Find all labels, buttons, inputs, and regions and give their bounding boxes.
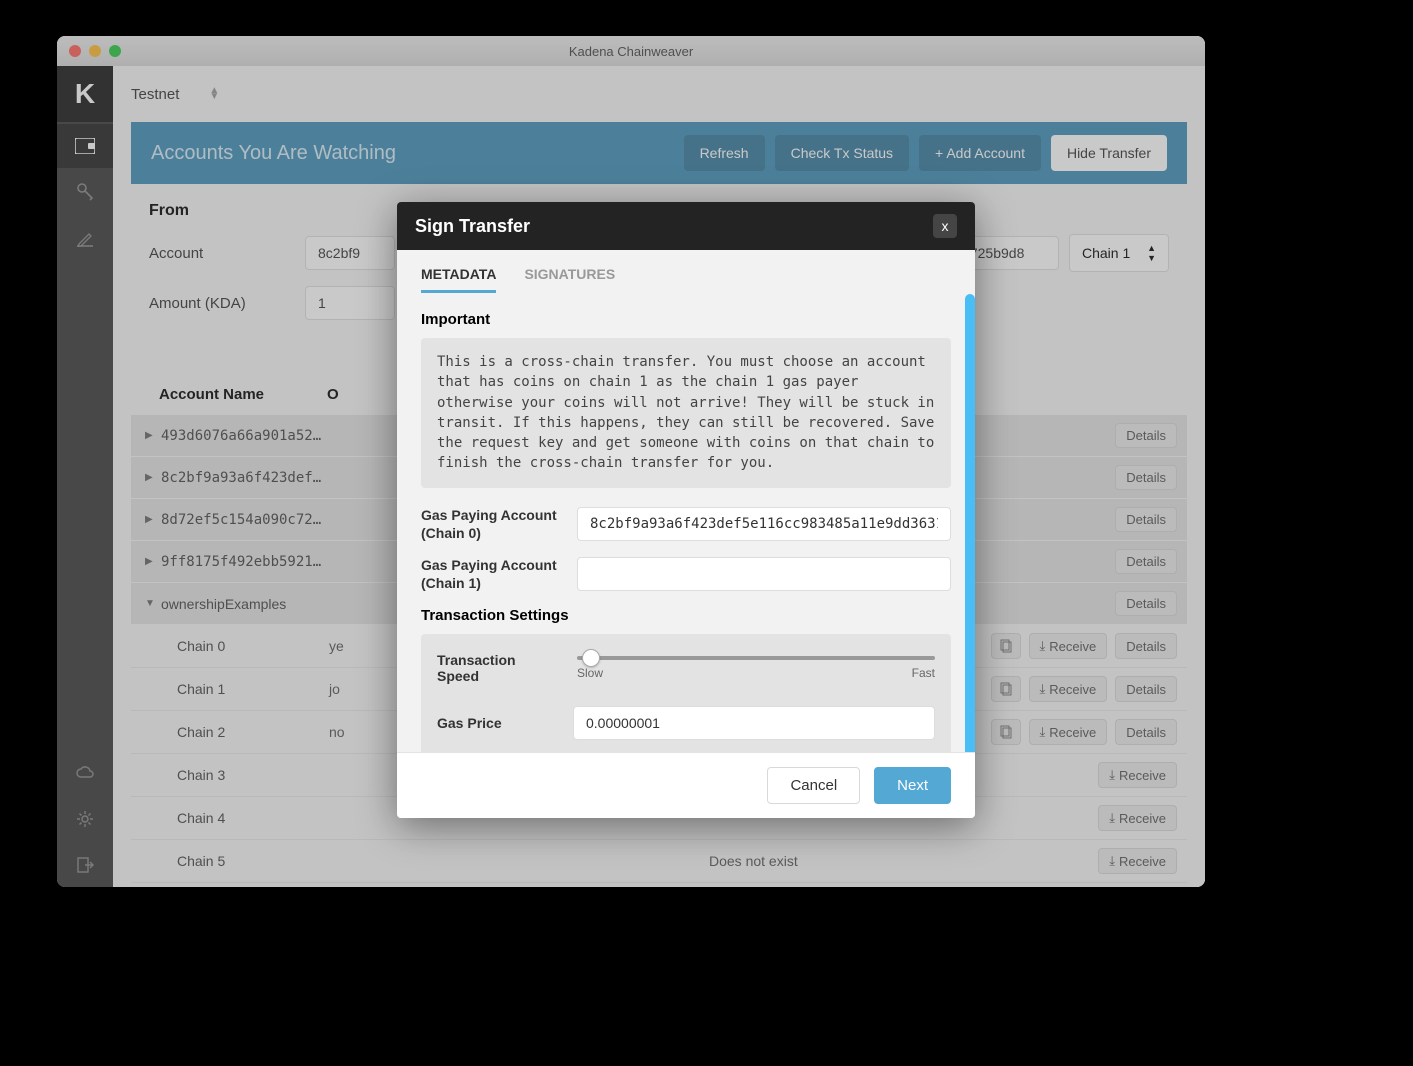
modal-body: METADATA SIGNATURES Important This is a …: [397, 250, 975, 752]
app-window: Kadena Chainweaver K: [57, 36, 1205, 887]
gas-chain0-row: Gas Paying Account (Chain 0): [421, 506, 951, 542]
tab-signatures[interactable]: SIGNATURES: [524, 266, 615, 293]
scrollbar[interactable]: [965, 294, 975, 752]
gas-price-label: Gas Price: [437, 715, 559, 731]
gas-chain1-row: Gas Paying Account (Chain 1): [421, 556, 951, 592]
tx-settings-heading: Transaction Settings: [421, 607, 951, 624]
gas-chain1-input[interactable]: [577, 557, 951, 591]
modal-title: Sign Transfer: [415, 216, 933, 237]
gas-chain0-input[interactable]: [577, 507, 951, 541]
tx-settings-box: Transaction Speed SlowFast Gas Price Gas…: [421, 634, 951, 752]
speed-slider[interactable]: Slow Fast: [577, 656, 935, 680]
speed-label: Transaction Speed: [437, 652, 559, 684]
modal-tabs: METADATA SIGNATURES: [421, 250, 951, 293]
slow-label: Slow: [577, 666, 603, 680]
gas-chain0-label: Gas Paying Account (Chain 0): [421, 506, 563, 542]
modal-header: Sign Transfer x: [397, 202, 975, 250]
speed-row: Transaction Speed Slow Fast: [437, 652, 935, 684]
cancel-button[interactable]: Cancel: [767, 767, 860, 804]
close-button[interactable]: x: [933, 214, 957, 238]
next-button[interactable]: Next: [874, 767, 951, 804]
gas-chain1-label: Gas Paying Account (Chain 1): [421, 556, 563, 592]
important-message: This is a cross-chain transfer. You must…: [421, 338, 951, 488]
gas-price-input[interactable]: [573, 706, 935, 740]
modal-footer: Cancel Next: [397, 752, 975, 818]
slider-thumb[interactable]: [582, 649, 600, 667]
gas-price-row: Gas Price: [437, 706, 935, 740]
fast-label: Fast: [912, 666, 935, 680]
tab-metadata[interactable]: METADATA: [421, 266, 496, 293]
sign-transfer-modal: Sign Transfer x METADATA SIGNATURES Impo…: [397, 202, 975, 818]
important-heading: Important: [421, 311, 951, 328]
